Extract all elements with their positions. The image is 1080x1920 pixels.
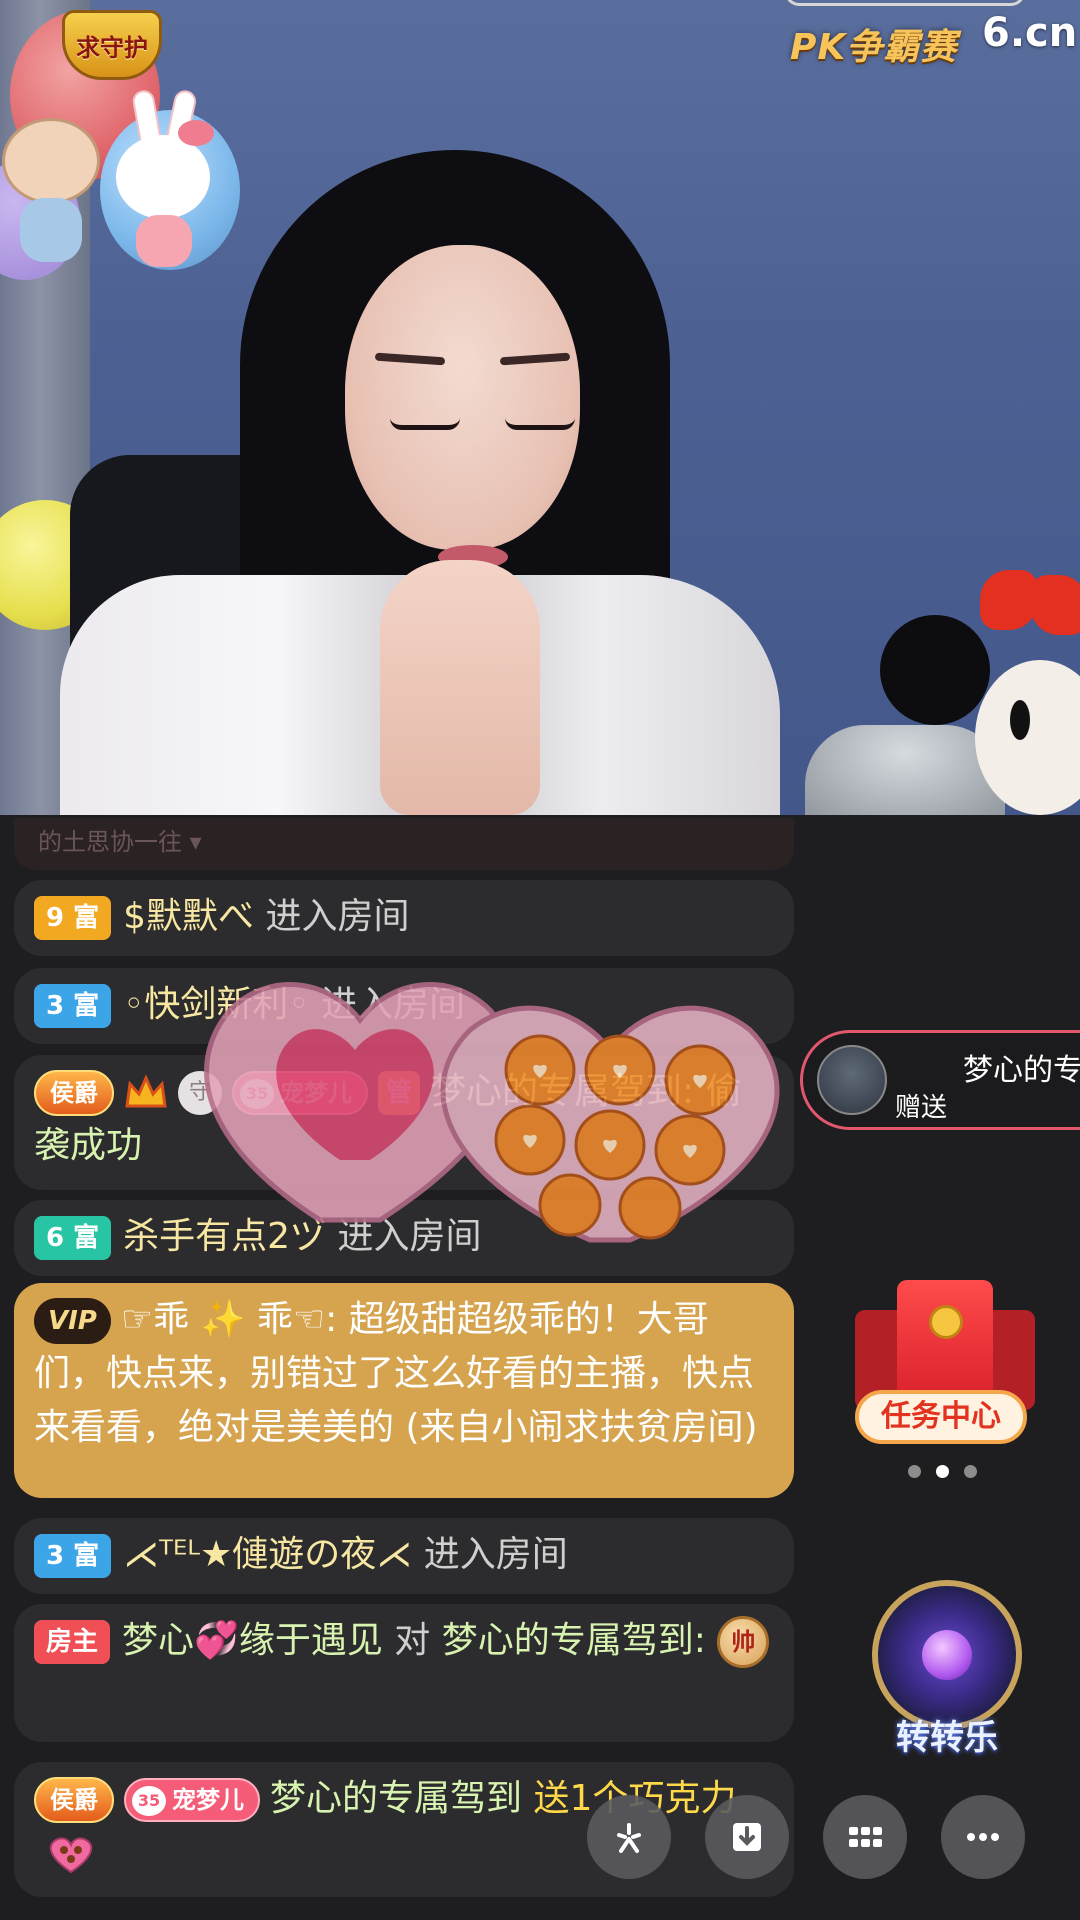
- avatar[interactable]: [817, 1045, 887, 1115]
- gift-action: 赠送: [895, 1093, 948, 1123]
- pk-title[interactable]: PK争霸赛: [790, 18, 957, 68]
- download-button[interactable]: [705, 1795, 789, 1879]
- gift-notice-banner[interactable]: 梦心的专 赠送: [800, 1030, 1080, 1130]
- host-badge: 房主: [34, 1620, 111, 1664]
- eye: [390, 418, 460, 430]
- guard-badge[interactable]: 求守护: [62, 10, 162, 80]
- streamer-hand: [380, 560, 540, 815]
- wealth-level-badge: 6 富: [34, 1216, 112, 1260]
- pet-level: 35: [132, 1786, 166, 1816]
- spin-wheel-button[interactable]: 转转乐: [862, 1570, 1032, 1758]
- username[interactable]: 梦心的专属驾到: [270, 1778, 522, 1819]
- live-room-screen: 求守护 PK争霸赛 6.cn 的土思协一往 ▾ 9 富 $默默べ 进入房间 3 富…: [0, 0, 1080, 1920]
- chat-message[interactable]: 房主 梦心💞缘于遇见 对 梦心的专属驾到: 帅: [14, 1604, 794, 1742]
- pet-name: 宠梦儿: [172, 1786, 244, 1814]
- crown-icon: [124, 1074, 168, 1112]
- vip-chat-message[interactable]: VIP ☞乖 ✨ 乖☜: 超级甜超级乖的！大哥们，快点来，别错过了这么好看的主播，…: [14, 1283, 794, 1498]
- spin-wheel-label: 转转乐: [896, 1718, 998, 1758]
- live-video[interactable]: 求守护 PK争霸赛 6.cn: [0, 0, 1080, 815]
- chocolate-icon: [42, 1832, 100, 1876]
- target-user[interactable]: 梦心的专属驾到:: [442, 1620, 706, 1661]
- gift-recipient: 梦心的专: [963, 1053, 1080, 1088]
- enter-room-text: 进入房间: [265, 896, 410, 937]
- guard-icon: 守: [178, 1071, 222, 1115]
- chat-message[interactable]: 3 富 ◦快剑新利◦ 进入房间: [14, 968, 794, 1044]
- bear-sticker: [0, 118, 105, 268]
- wealth-level-badge: 3 富: [34, 984, 112, 1028]
- task-center-label: 任务中心: [855, 1390, 1027, 1444]
- chat-message[interactable]: 侯爵35宠梦儿梦心的专属驾到 送1个巧克力: [14, 1762, 794, 1897]
- top-ring-decoration: [785, 0, 1025, 6]
- username[interactable]: $默默べ: [123, 896, 254, 937]
- pet-level: 35: [240, 1079, 274, 1109]
- chat-message[interactable]: 3 富 ⋌ᵀᴱᴸ★僆遊の夜⋌ 进入房间: [14, 1518, 794, 1594]
- grid-icon: [849, 1827, 882, 1847]
- carousel-dot[interactable]: [964, 1465, 977, 1478]
- chat-message[interactable]: 9 富 $默默べ 进入房间: [14, 880, 794, 956]
- mention-text: 对: [394, 1620, 431, 1661]
- bunny-sticker: [108, 88, 218, 270]
- pet-name: 宠梦儿: [280, 1079, 352, 1107]
- carousel-dot[interactable]: [908, 1465, 921, 1478]
- wealth-level-badge: 9 富: [34, 896, 112, 940]
- enter-room-text: 进入房间: [337, 1216, 482, 1257]
- manager-badge: 管: [378, 1071, 421, 1115]
- chat-message[interactable]: 侯爵守 35 宠梦儿管梦心的专属驾到: 偷袭成功: [14, 1055, 794, 1190]
- carousel-dot-active[interactable]: [936, 1465, 949, 1478]
- faded-chat-text: 的土思协一往 ▾: [38, 828, 202, 856]
- pet-badge: 35 宠梦儿: [232, 1071, 368, 1115]
- noble-badge: 侯爵: [34, 1777, 114, 1823]
- more-icon: [967, 1833, 999, 1841]
- enter-room-text: 进入房间: [423, 1534, 568, 1575]
- eye: [505, 418, 575, 430]
- site-logo: 6.cn: [982, 10, 1078, 56]
- username[interactable]: ◦快剑新利◦: [123, 984, 309, 1025]
- streamer-face: [345, 245, 580, 550]
- sparkle-icon: [617, 1823, 641, 1853]
- enter-room-text: 进入房间: [321, 984, 466, 1025]
- username[interactable]: ☞乖 ✨ 乖☜: [121, 1299, 325, 1340]
- sparkle-button[interactable]: [587, 1795, 671, 1879]
- username[interactable]: 梦心💞缘于遇见: [122, 1620, 383, 1661]
- username[interactable]: 杀手有点2ヅ: [123, 1216, 326, 1257]
- vip-badge: VIP: [34, 1298, 111, 1344]
- chat-message[interactable]: 6 富杀手有点2ヅ 进入房间: [14, 1200, 794, 1276]
- orb-icon: [922, 1630, 972, 1680]
- apps-grid-button[interactable]: [823, 1795, 907, 1879]
- download-icon: [733, 1823, 761, 1851]
- noble-badge: 侯爵: [34, 1070, 114, 1116]
- red-envelope-icon: [897, 1280, 993, 1405]
- task-center-button[interactable]: 任务中心: [855, 1280, 1035, 1450]
- faded-chat-line: 的土思协一往 ▾: [14, 818, 794, 870]
- plush-toy: [880, 570, 1080, 815]
- more-button[interactable]: [941, 1795, 1025, 1879]
- pet-badge: 35 宠梦儿: [124, 1778, 260, 1822]
- wealth-level-badge: 3 富: [34, 1534, 112, 1578]
- carousel-indicator: [908, 1465, 978, 1479]
- username[interactable]: ⋌ᵀᴱᴸ★僆遊の夜⋌: [123, 1534, 412, 1575]
- coin-icon: [929, 1305, 963, 1339]
- shuai-emoji-icon: 帅: [717, 1616, 770, 1668]
